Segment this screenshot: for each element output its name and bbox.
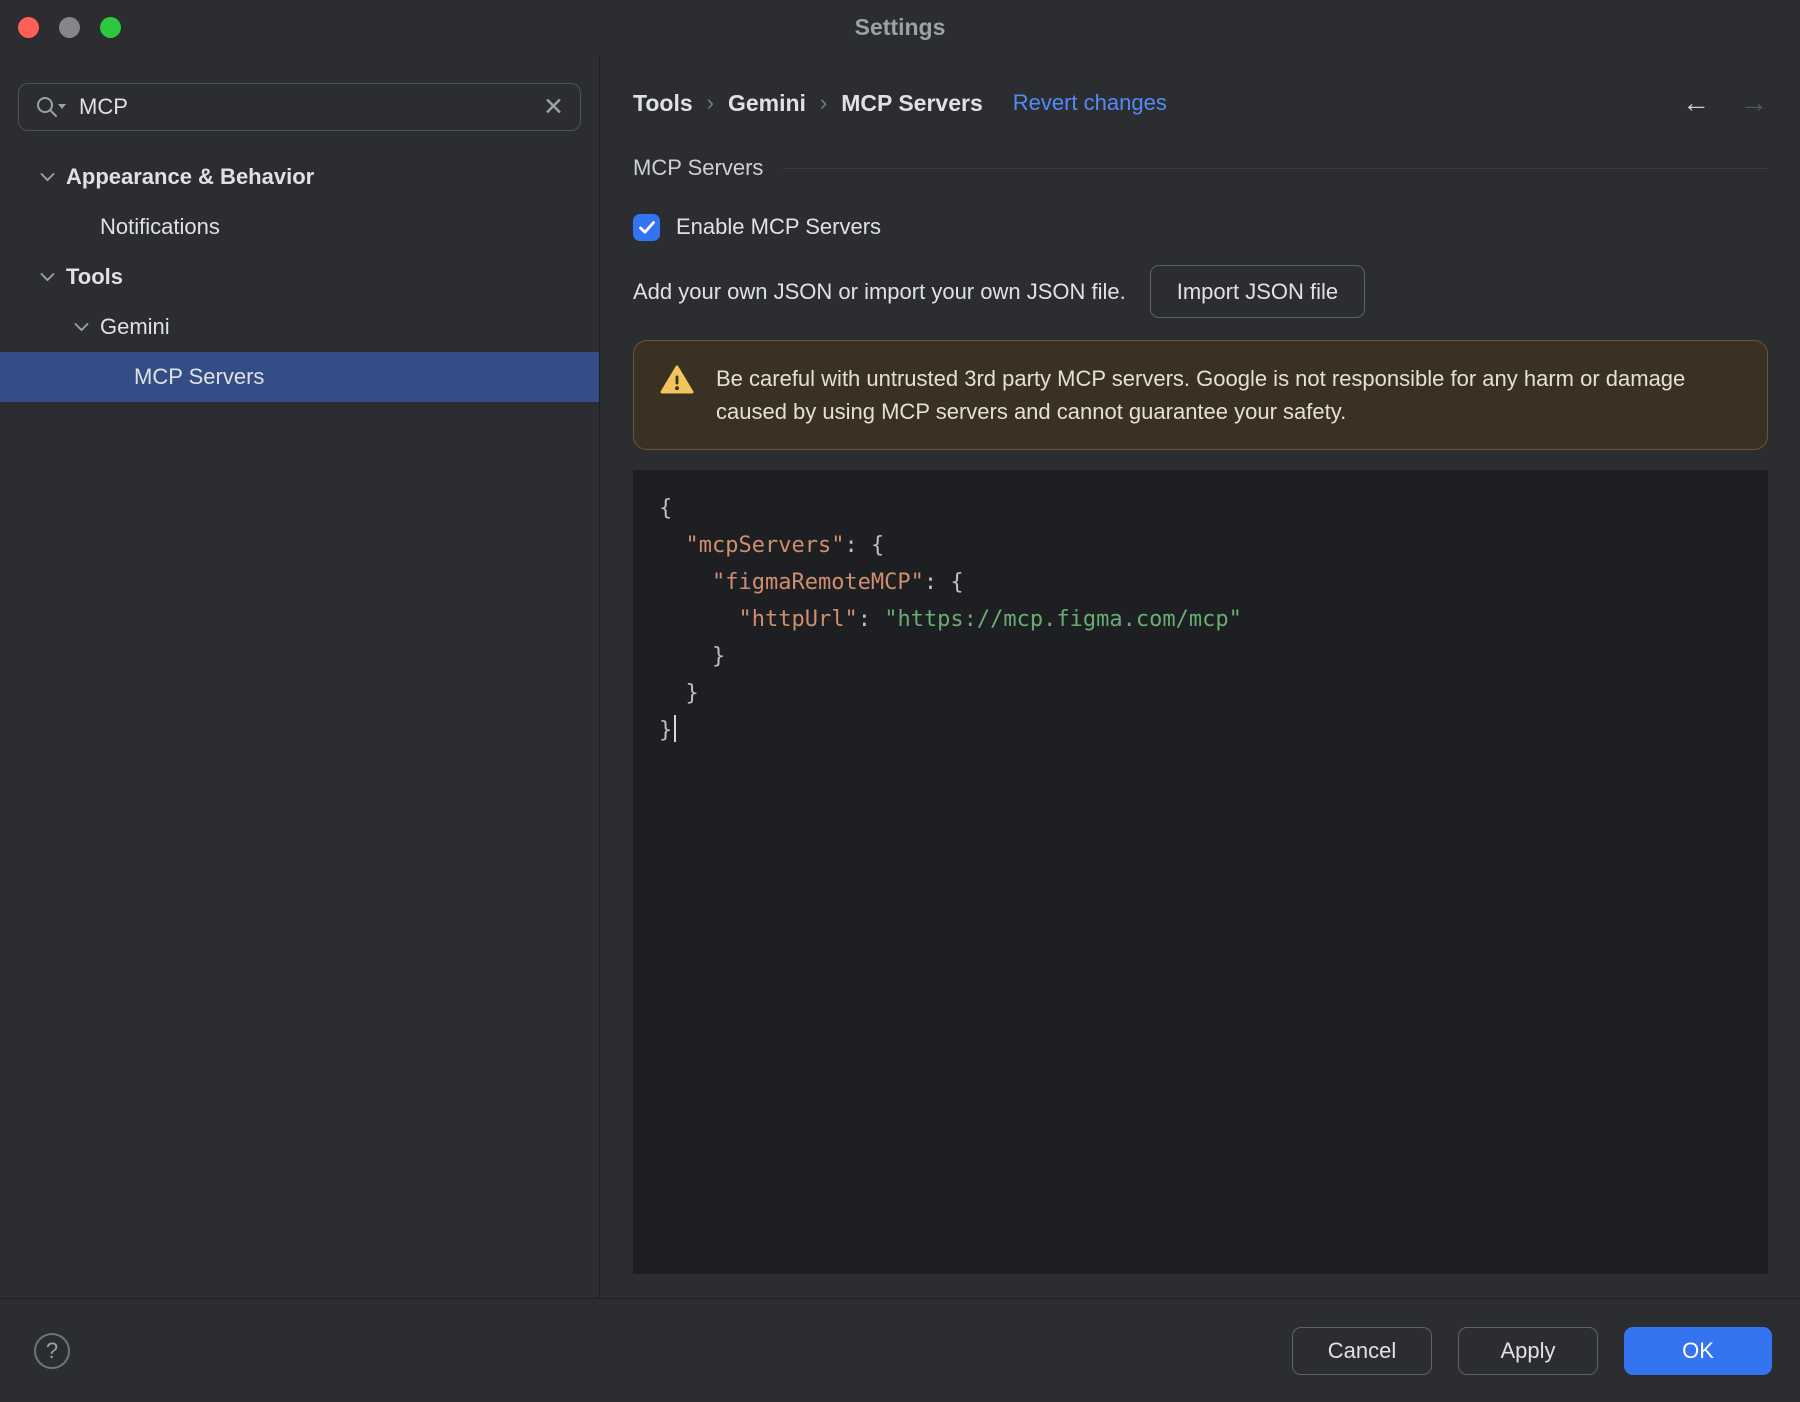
code-line: "httpUrl": "https://mcp.figma.com/mcp": [738, 607, 1242, 632]
revert-changes-link[interactable]: Revert changes: [1013, 90, 1167, 116]
history-nav: ← →: [1682, 89, 1768, 117]
code-line: }: [711, 644, 726, 669]
warning-banner: Be careful with untrusted 3rd party MCP …: [633, 340, 1768, 450]
sidebar-item-mcp-servers[interactable]: MCP Servers: [0, 352, 599, 402]
back-arrow-icon[interactable]: ←: [1682, 89, 1710, 117]
code-line: "figmaRemoteMCP": {: [711, 570, 964, 595]
section-divider: [783, 167, 1768, 169]
ok-button[interactable]: OK: [1624, 1326, 1772, 1375]
apply-button[interactable]: Apply: [1458, 1326, 1598, 1375]
breadcrumb-item[interactable]: Gemini: [728, 90, 806, 117]
sidebar-item-appearance-behavior[interactable]: Appearance & Behavior: [0, 152, 599, 202]
mcp-json-editor[interactable]: { "mcpServers": { "figmaRemoteMCP": { "h…: [633, 470, 1768, 1274]
breadcrumb-separator: ›: [706, 90, 714, 115]
footer-buttons: Cancel Apply OK: [1292, 1326, 1772, 1375]
sidebar-item-notifications[interactable]: Notifications: [0, 202, 599, 252]
forward-arrow-icon[interactable]: →: [1740, 89, 1768, 117]
enable-mcp-checkbox[interactable]: [633, 213, 660, 241]
sidebar-item-gemini[interactable]: Gemini: [0, 302, 599, 352]
import-row: Add your own JSON or import your own JSO…: [633, 265, 1768, 318]
code-line: }: [685, 681, 699, 706]
search-icon: [35, 95, 67, 119]
enable-mcp-row: Enable MCP Servers: [633, 211, 1768, 243]
section-header: MCP Servers: [633, 153, 1768, 183]
zoom-window-button[interactable]: [100, 17, 121, 38]
sidebar-item-label: Notifications: [100, 214, 220, 239]
enable-mcp-label: Enable MCP Servers: [676, 214, 882, 239]
chevron-down-icon[interactable]: [40, 172, 66, 182]
breadcrumb-row: Tools › Gemini › MCP Servers Revert changes …: [633, 85, 1768, 121]
settings-window: Settings ✕ Appearance & Behavior Notifica…: [0, 0, 1800, 1402]
help-icon[interactable]: ?: [34, 1332, 70, 1369]
code-line: "mcpServers": {: [685, 533, 885, 558]
import-description: Add your own JSON or import your own JSO…: [633, 278, 1126, 304]
warning-icon: [660, 365, 694, 400]
titlebar: Settings: [0, 0, 1800, 55]
breadcrumb: Tools › Gemini › MCP Servers: [633, 90, 983, 117]
dialog-footer: ? Cancel Apply OK: [0, 1298, 1800, 1402]
text-cursor-icon: [674, 715, 677, 742]
traffic-lights: [18, 0, 121, 55]
warning-text: Be careful with untrusted 3rd party MCP …: [716, 366, 1686, 424]
code-line: }: [659, 712, 1742, 749]
sidebar-item-label: Tools: [66, 264, 124, 289]
breadcrumb-item[interactable]: MCP Servers: [841, 90, 983, 117]
sidebar-item-label: Gemini: [100, 314, 170, 339]
section-title: MCP Servers: [633, 155, 764, 180]
sidebar-item-label: MCP Servers: [134, 364, 265, 389]
clear-search-icon[interactable]: ✕: [543, 94, 564, 120]
cancel-button[interactable]: Cancel: [1292, 1326, 1432, 1375]
breadcrumb-separator: ›: [819, 90, 828, 115]
sidebar-item-tools[interactable]: Tools: [0, 252, 599, 302]
search-input[interactable]: [75, 94, 536, 120]
import-json-button[interactable]: Import JSON file: [1149, 265, 1366, 318]
sidebar-item-label: Appearance & Behavior: [66, 164, 315, 189]
chevron-down-icon[interactable]: [40, 272, 66, 282]
settings-tree: Appearance & Behavior Notifications Tools G…: [0, 152, 599, 402]
chevron-down-icon[interactable]: [74, 322, 100, 332]
settings-sidebar: ✕ Appearance & Behavior Notifications Tool…: [0, 55, 600, 1298]
code-line: {: [659, 496, 673, 521]
minimize-window-button[interactable]: [59, 17, 80, 38]
window-title: Settings: [854, 14, 946, 40]
breadcrumb-item[interactable]: Tools: [633, 90, 693, 117]
settings-search-field[interactable]: ✕: [18, 83, 581, 131]
settings-content: Tools › Gemini › MCP Servers Revert changes …: [600, 55, 1800, 1298]
close-window-button[interactable]: [18, 17, 39, 38]
